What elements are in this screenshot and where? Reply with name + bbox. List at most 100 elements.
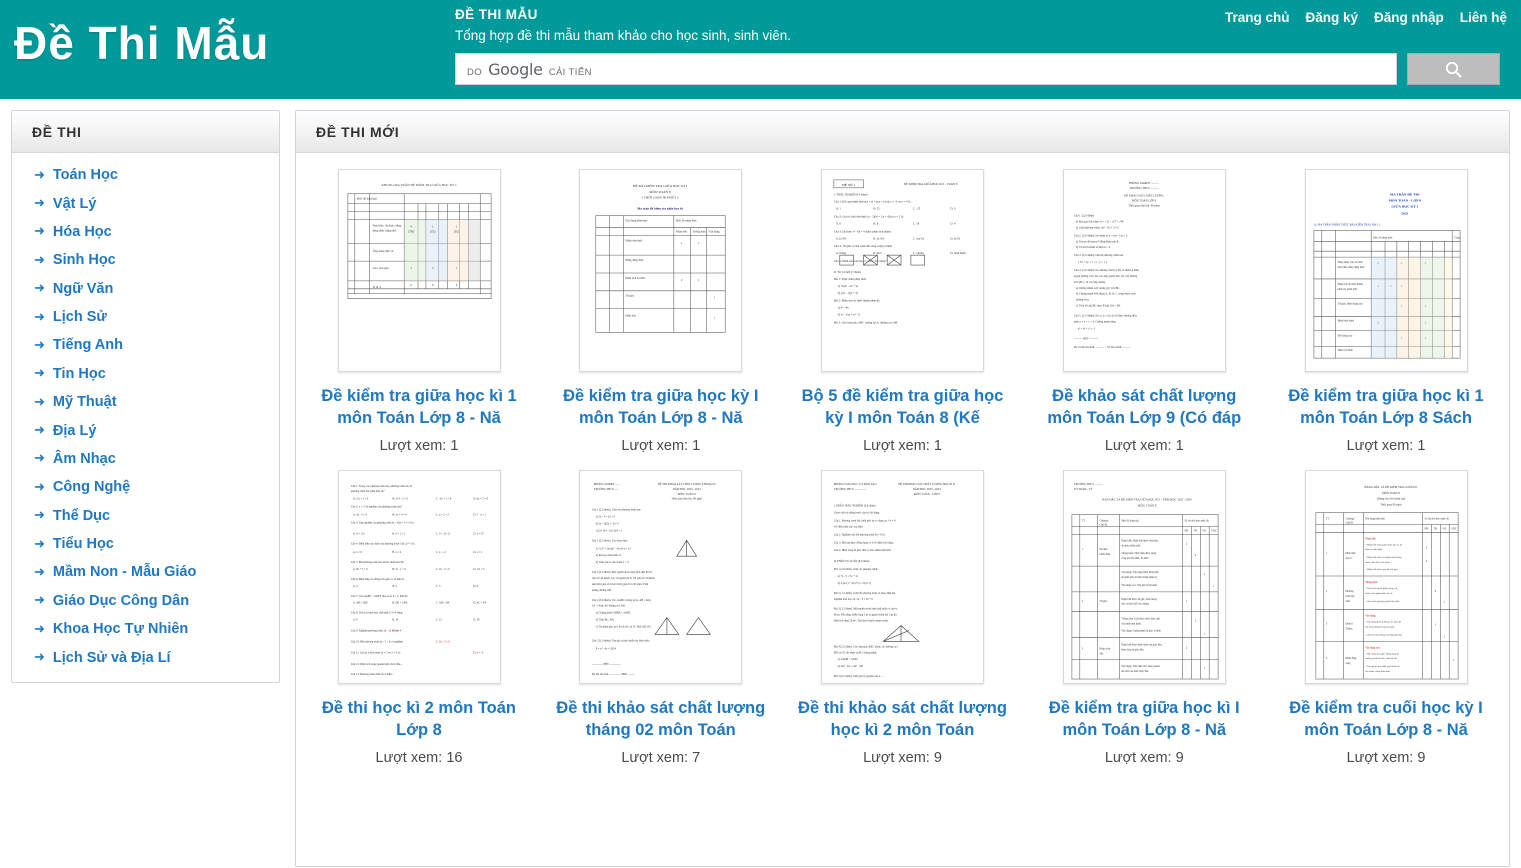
svg-text:cộng trừ đơn thức, đa thức.: cộng trừ đơn thức, đa thức. (1121, 557, 1149, 560)
exam-card[interactable]: KHUNG MA TRẬN ĐỀ KIỂM TRA GIỮA HỌC KỲ I (308, 169, 530, 454)
exam-card[interactable]: PHÒNG GD&ĐT ........... TRƯỜNG THCS ....… (1033, 169, 1255, 454)
exam-card[interactable]: MA TRẬN ĐỀ THI MÔN TOÁN - LỚP 8 GIỮA HỌC… (1275, 169, 1497, 454)
svg-text:a² + b² + c² ≥ 3: a² + b² + c² ≥ 3 (1078, 326, 1096, 330)
svg-text:B. DE = 2AB: B. DE = 2AB (392, 602, 407, 605)
svg-text:A. 3: A. 3 (352, 585, 357, 588)
svg-text:2023: 2023 (1401, 212, 1408, 216)
svg-text:D. 18: D. 18 (473, 619, 480, 622)
svg-text:a) Tìm m để hàm số đồng biến t: a) Tìm m để hàm số đồng biến trên R. (1076, 239, 1120, 243)
svg-text:Hình đồng: Hình đồng (1345, 657, 1357, 660)
svg-text:Bài 2: Phân tích đa thức thành: Bài 2: Phân tích đa thức thành nhân tử: (834, 299, 880, 303)
sidebar-item-toan-hoc[interactable]: ➜ Toán Học (12, 161, 279, 189)
svg-text:P = x² - 4x + 2024: P = x² - 4x + 2024 (596, 647, 617, 650)
svg-text:A. MA TRẬN NHẬN THỨC BÀI KIỂM: A. MA TRẬN NHẬN THỨC BÀI KIỂM TRA ( Nội … (1313, 221, 1379, 226)
exam-card-title: Đề thi khảo sát chất lượng tháng 02 môn … (556, 699, 766, 739)
sidebar-item-label: Lịch Sử (52, 309, 107, 326)
svg-text:D. AC = EF: D. AC = EF (473, 602, 487, 605)
svg-text:TRƯỜNG THCS ............: TRƯỜNG THCS ............ (1074, 482, 1104, 486)
sidebar-item-lich-su[interactable]: ➜ Lịch Sử (12, 303, 279, 331)
svg-text:ĐỀ KIỂM TRA GIỮA HỌC KÌ I - TO: ĐỀ KIỂM TRA GIỮA HỌC KÌ I - TOÁN 8 (904, 181, 958, 186)
arrow-right-icon: ➜ (34, 223, 45, 239)
sidebar-item-tin-hoc[interactable]: ➜ Tin Học (12, 360, 279, 388)
exam-thumbnail: ĐỀ BÀI KIỂM TRA GIỮA HỌC KÌ I MÔN TOÁN 8… (579, 169, 743, 372)
sidebar-item-my-thuat[interactable]: ➜ Mỹ Thuật (12, 388, 279, 416)
svg-text:a) 7x - 5 = 3x + 11: a) 7x - 5 = 3x + 11 (838, 575, 859, 578)
svg-text:thể tích của hình chóp đều.: thể tích của hình chóp đều. (1121, 670, 1149, 673)
nav-item-contact[interactable]: Liên hệ (1460, 10, 1507, 25)
svg-text:II. TỰ LUẬN (7 điểm): II. TỰ LUẬN (7 điểm) (834, 269, 861, 274)
svg-text:- Vận dụng định lí Thales để t: - Vận dụng định lí Thales để tính độ (1365, 621, 1401, 624)
svg-text:Nội dung kiến thức: Nội dung kiến thức (1365, 518, 1386, 521)
sidebar-item-lich-su-va-dia-li[interactable]: ➜ Lịch Sử và Địa Lí (12, 643, 279, 671)
svg-text:D. x = -2: D. x = -2 (473, 651, 484, 654)
nav-item-login[interactable]: Đăng nhập (1374, 10, 1444, 25)
svg-text:D. 6: D. 6 (473, 585, 478, 588)
svg-text:Nội dung kiến thức: Nội dung kiến thức (626, 218, 649, 222)
svg-text:I. PHẦN TRẮC NGHIỆM (2,0 điểm): I. PHẦN TRẮC NGHIỆM (2,0 điểm) (834, 505, 876, 508)
exam-card[interactable]: PHÒNG GD&ĐT ...... TRƯỜNG THCS ...... ĐỀ… (550, 470, 772, 766)
sidebar-item-vat-ly[interactable]: ➜ Vật Lý (12, 189, 279, 217)
svg-text:TH: TH (1193, 529, 1197, 532)
svg-text:- Giải được phương trình bậc n: - Giải được phương trình bậc nhất. (1365, 600, 1400, 603)
gcse-improved-label: CẢI TIẾN (548, 66, 592, 78)
svg-text:Nhận biết được hình chóp tam g: Nhận biết được hình chóp tam giác đều, (1121, 643, 1162, 646)
svg-text:NĂM HỌC 2023 - 2024: NĂM HỌC 2023 - 2024 (913, 487, 941, 491)
svg-text:đại số: đại số (1345, 557, 1352, 560)
svg-text:Bài 3 (1,5 điểm). Một mảnh vườ: Bài 3 (1,5 điểm). Một mảnh vườn hình chữ… (834, 608, 898, 611)
svg-text:Tứ giác: Tứ giác (626, 294, 635, 298)
svg-text:Bài 4 (2,5 điểm). Cho tam giác: Bài 4 (2,5 điểm). Cho tam giác ABC nhọn,… (834, 645, 898, 648)
sidebar-item-tieng-anh[interactable]: ➜ Tiếng Anh (12, 331, 279, 359)
sidebar-item-ngu-van[interactable]: ➜ Ngữ Văn (12, 275, 279, 303)
svg-text:C. 12: C. 12 (435, 619, 442, 622)
search-button[interactable] (1407, 53, 1500, 85)
svg-text:Câu 4. Hình chóp tứ giác đều c: Câu 4. Hình chóp tứ giác đều có bao nhiê… (834, 549, 892, 552)
svg-text:Ma trận đề kiểm tra giữa học k: Ma trận đề kiểm tra giữa học kì (637, 206, 683, 211)
svg-text:Thông hiểu: Giải thích được tí: Thông hiểu: Giải thích được tính chất (1121, 618, 1160, 621)
sidebar-item-hoa-hoc[interactable]: ➜ Hóa Học (12, 218, 279, 246)
card-row: Câu 1: Trong các phương trình sau, phươn… (308, 470, 1497, 766)
arrow-right-icon: ➜ (34, 195, 45, 211)
sidebar-item-the-duc[interactable]: ➜ Thể Dục (12, 502, 279, 530)
site-tagline: Tổng hợp đề thi mẫu tham khảo cho học si… (455, 28, 792, 43)
svg-text:MA TRẬN ĐỀ THI: MA TRẬN ĐỀ THI (1389, 192, 1419, 197)
exam-card[interactable]: ĐỀ SỐ 1 ĐỀ KIỂM TRA GIỮA HỌC KÌ I - TOÁN… (792, 169, 1014, 454)
sidebar-item-label: Sinh Học (52, 252, 116, 269)
nav-item-home[interactable]: Trang chủ (1225, 10, 1290, 25)
svg-text:a) Chứng minh ΔHBA ~ ΔABC.: a) Chứng minh ΔHBA ~ ΔABC. (596, 612, 632, 615)
sidebar-item-khoa-hoc-tu-nhien[interactable]: ➜ Khoa Học Tự Nhiên (12, 615, 279, 643)
svg-text:diện tích tăng 50 m². Tính kíc: diện tích tăng 50 m². Tính kích thước mả… (834, 620, 889, 623)
svg-text:Câu 11: Giá trị x thỏa mãn |x|: Câu 11: Giá trị x thỏa mãn |x| = 2 và x … (350, 651, 400, 654)
sidebar-item-am-nhac[interactable]: ➜ Âm Nhạc (12, 445, 279, 473)
exam-card-views: Lượt xem: 9 (1104, 750, 1184, 766)
svg-text:Nhận biết: Nhận biết được đơn: Nhận biết: Nhận biết được đơn thức, (1121, 539, 1159, 542)
exam-thumbnail: PHÒNG GD&ĐT ...... TRƯỜNG THCS ...... ĐỀ… (579, 470, 743, 684)
svg-text:đa thức nhiều biến.: đa thức nhiều biến. (1121, 544, 1141, 547)
svg-text:A. thang: A. thang (836, 251, 847, 255)
exam-card[interactable]: PHÒNG GIÁO DỤC VÀ ĐÀO TẠO TRƯỜNG THCS ..… (792, 470, 1014, 766)
exam-card[interactable]: Câu 1: Trong các phương trình sau, phươn… (308, 470, 530, 766)
svg-text:(Dùng cho bài kiểm tra): (Dùng cho bài kiểm tra) (1376, 496, 1404, 501)
site-brand[interactable]: Đề Thi Mẫu (0, 0, 455, 72)
sidebar-item-tieu-hoc[interactable]: ➜ Tiểu Học (12, 530, 279, 558)
exam-card[interactable]: TRƯỜNG THCS ............ TỔ TOÁN - LÝ BẢ… (1033, 470, 1255, 766)
svg-text:MÔN TOÁN 8: MÔN TOÁN 8 (649, 189, 671, 194)
sidebar-item-dia-ly[interactable]: ➜ Địa Lý (12, 416, 279, 444)
sidebar-item-cong-nghe[interactable]: ➜ Công Nghệ (12, 473, 279, 501)
sidebar-item-mam-non-mau-giao[interactable]: ➜ Mầm Non - Mẫu Giáo (12, 558, 279, 586)
exam-card-views: Lượt xem: 16 (375, 750, 463, 766)
exam-card-title: Đề thi học kì 2 môn Toán Lớp 8 (321, 699, 517, 739)
svg-text:Đa thức: Đa thức (1099, 548, 1108, 551)
sidebar-item-sinh-hoc[interactable]: ➜ Sinh Học (12, 246, 279, 274)
exam-card[interactable]: ĐỀ BÀI KIỂM TRA GIỮA HỌC KÌ I MÔN TOÁN 8… (550, 169, 772, 454)
search-input[interactable]: DO Google CẢI TIẾN (455, 53, 1397, 85)
svg-text:Nhận biết: Nhận biết (676, 229, 687, 233)
sidebar-item-label: Mỹ Thuật (52, 394, 117, 411)
sidebar-item-giao-duc-cong-dan[interactable]: ➜ Giáo Dục Công Dân (12, 587, 279, 615)
exam-card[interactable]: BẢNG ĐẶC TẢ ĐỀ KIỂM TRA CUỐI KÌ I MÔN TO… (1275, 470, 1497, 766)
nav-item-register[interactable]: Đăng ký (1305, 10, 1358, 25)
svg-text:(TL): (TL) (430, 230, 435, 233)
svg-text:nhất: nhất (1345, 600, 1350, 603)
svg-text:Thông hiểu: Thông hiểu (693, 229, 707, 233)
exam-thumbnail: PHÒNG GD&ĐT ........... TRƯỜNG THCS ....… (1062, 169, 1226, 372)
svg-text:NĂM HỌC 2023 - 2024: NĂM HỌC 2023 - 2024 (673, 487, 701, 491)
